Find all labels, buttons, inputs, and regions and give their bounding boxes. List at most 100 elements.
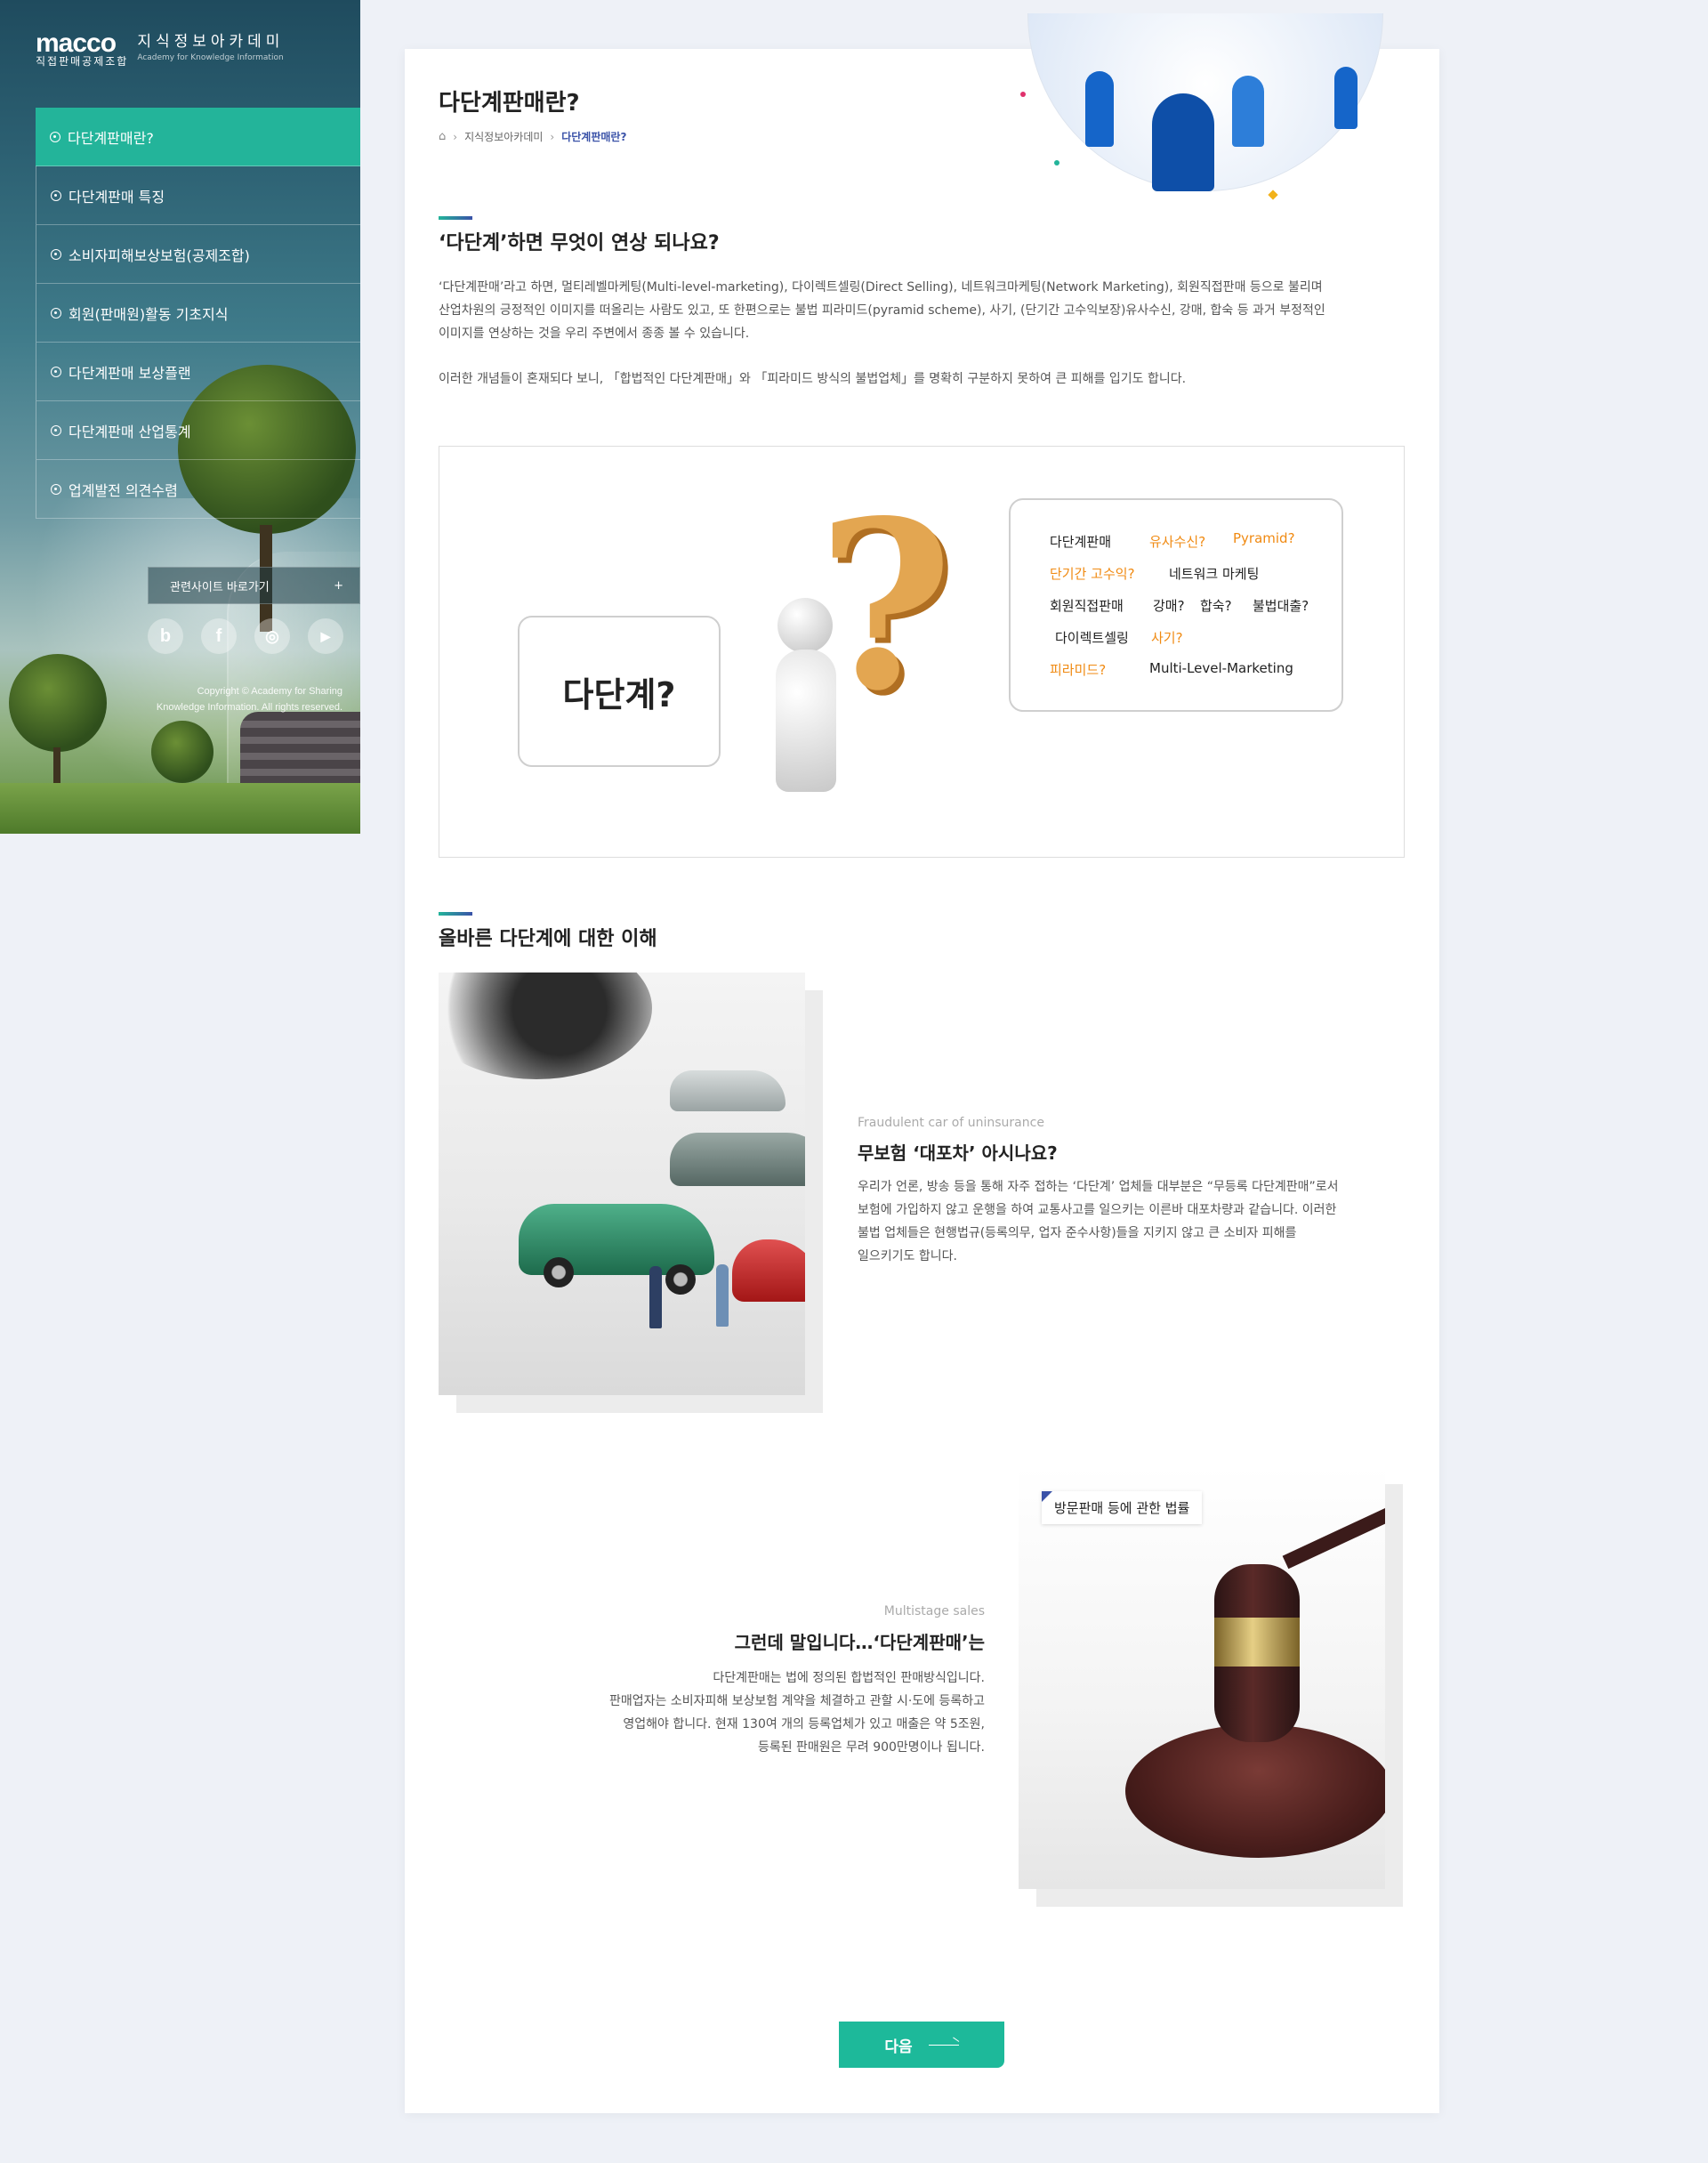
sidebar-item-what-is-mlm[interactable]: 다단계판매란? [36,108,360,166]
car-red [732,1239,805,1302]
decor-dot [1054,160,1059,165]
breadcrumb-current: 다단계판매란? [561,131,627,143]
keyword: 강매? [1153,598,1185,614]
toy-cars-photo [439,973,805,1395]
paragraph-line: 일으키기도 합니다. [858,1249,957,1263]
content-card: 다단계판매란? ⌂ › 지식정보아카데미 › 다단계판매란? ‘다단계’하면 무… [405,13,1439,2113]
bullet-icon [51,248,61,260]
sidebar-item-insurance[interactable]: 소비자피해보상보험(공제조합) [36,225,360,284]
keyword: 유사수신? [1149,534,1206,550]
paragraph-line: 영업해야 합니다. 현재 130여 개의 등록업체가 있고 매출은 약 5조원, [623,1717,985,1731]
gavel-band [1214,1618,1300,1667]
law-badge: 방문판매 등에 관한 법률 [1042,1491,1203,1524]
sidebar-item-label: 회원(판매원)활동 기초지식 [68,305,229,323]
paragraph-line: ‘다단계판매’라고 하면, 멀티레벨마케팅(Multi-level-market… [439,280,1323,295]
copyright-line-1: Copyright © Academy for Sharing [197,686,342,697]
bullet-icon [50,131,60,142]
sidebar-item-label: 다단계판매란? [68,129,154,147]
keyword: 다단계판매 [1050,534,1112,550]
sidebar: macco 직접판매공제조합 지식정보아카데미 Academy for Know… [0,0,360,834]
person-figure [1152,93,1214,191]
next-button[interactable]: 다음 [839,2022,1004,2068]
person-figure [1232,76,1264,147]
speech-bubble-question: 다단계? [518,616,721,767]
person-figure [1085,71,1114,147]
block1-english-subtitle: Fraudulent car of uninsurance [858,1116,1044,1130]
youtube-icon[interactable]: ▶ [308,618,343,654]
decor-dot [1020,92,1026,97]
keyword: 회원직접판매 [1050,598,1124,614]
sidebar-item-feedback[interactable]: 업계발전 의견수렴 [36,460,360,519]
paragraph-line: 판매업자는 소비자피해 보상보험 계약을 체결하고 관할 시·도에 등록하고 [609,1694,985,1708]
bullet-icon [51,307,61,319]
thinking-figure-head [777,598,833,653]
sidebar-item-basics[interactable]: 회원(판매원)활동 기초지식 [36,284,360,343]
keyword: Multi-Level-Marketing [1149,660,1293,676]
breadcrumb-parent[interactable]: 지식정보아카데미 [464,129,543,144]
breadcrumb-separator: › [453,130,458,143]
instagram-icon[interactable]: ◎ [254,618,290,654]
sidebar-nav: 다단계판매란? 다단계판매 특징 소비자피해보상보험(공제조합) 회원(판매원)… [36,108,360,519]
car-silver [670,1070,786,1111]
paragraph-line: 불법 업체들은 현행법규(등록의무, 업자 준수사항)들을 지키지 않고 큰 소… [858,1226,1297,1240]
car-gray [670,1133,805,1186]
keyword: 다이렉트셀링 [1055,630,1129,646]
blog-icon[interactable]: b [148,618,183,654]
logo-subtitle: 직접판매공제조합 [36,55,129,68]
sidebar-item-label: 다단계판매 보상플랜 [68,364,191,382]
paragraph-line: 다단계판매는 법에 정의된 합법적인 판매방식입니다. [713,1671,985,1685]
keyword: 네트워크 마케팅 [1169,566,1260,582]
section-title-understanding: 올바른 다단계에 대한 이해 [439,928,657,950]
block2-title: 그런데 말입니다…‘다단계판매’는 [734,1632,985,1653]
related-sites-label: 관련사이트 바로가기 [170,580,270,594]
paragraph-line: 산업차원의 긍정적인 이미지를 떠올리는 사람도 있고, 또 한편으로는 불법 … [439,303,1325,318]
gavel-handle [1282,1503,1385,1570]
next-button-label: 다음 [884,2038,913,2056]
sidebar-item-label: 다단계판매 산업통계 [68,423,191,440]
site-logo[interactable]: macco 직접판매공제조합 지식정보아카데미 Academy for Know… [36,30,285,69]
related-sites-button[interactable]: 관련사이트 바로가기 + [148,567,360,604]
keyword: 사기? [1151,630,1183,646]
tree-illustration-small [151,721,214,783]
page-title: 다단계판매란? [439,90,580,117]
keyword: 불법대출? [1253,598,1309,614]
breadcrumb: ⌂ › 지식정보아카데미 › 다단계판매란? [439,129,626,144]
tree-illustration-left [9,654,107,752]
block1-title: 무보험 ‘대포차’ 아시나요? [858,1142,1058,1164]
section-accent-bar [439,216,472,220]
sidebar-item-label: 다단계판매 특징 [68,188,165,206]
keyword: Pyramid? [1233,530,1295,546]
block2-english-subtitle: Multistage sales [883,1604,985,1618]
copyright: Copyright © Academy for Sharing Knowledg… [157,683,342,715]
gavel-block [1125,1724,1385,1858]
bullet-icon [51,424,61,436]
sidebar-item-statistics[interactable]: 다단계판매 산업통계 [36,401,360,460]
ground [0,783,360,834]
magnifier-lens [439,973,652,1079]
facebook-icon[interactable]: f [201,618,237,654]
section-title-association: ‘다단계’하면 무엇이 연상 되나요? [439,232,720,254]
logo-title: 지식정보아카데미 [137,33,285,51]
speech-bubble-keywords: 다단계판매 유사수신? Pyramid? 단기간 고수익? 네트워크 마케팅 회… [1009,498,1343,712]
sidebar-item-features[interactable]: 다단계판매 특징 [36,166,360,225]
wheel [544,1257,574,1287]
paragraph-line: 보험에 가입하지 않고 운행을 하여 교통사고를 일으키는 이른바 대포차량과 … [858,1203,1337,1217]
bullet-icon [51,190,61,201]
decor-dot [1268,190,1278,200]
hero-people-illustration [1010,13,1401,218]
section-accent-bar [439,912,472,916]
arrow-right-icon [928,2044,959,2046]
social-links: b f ◎ ▶ [148,618,343,654]
bullet-icon [51,366,61,377]
block2-paragraph: 다단계판매는 법에 정의된 합법적인 판매방식입니다. 판매업자는 소비자피해 … [405,1667,985,1759]
sidebar-item-compensation-plan[interactable]: 다단계판매 보상플랜 [36,343,360,401]
section-intro-paragraph: ‘다단계판매’라고 하면, 멀티레벨마케팅(Multi-level-market… [439,276,1408,345]
question-mark-icon: ? [818,471,954,742]
section-intro-paragraph-2: 이러한 개념들이 혼재되다 보니, 「합법적인 다단계판매」와 「피라미드 방식… [439,372,1187,386]
question-illustration-box: 다단계? ? 다단계판매 유사수신? Pyramid? 단기간 고수익? 네트워… [439,446,1405,858]
logo-english: Academy for Knowledge Information [137,53,284,62]
miniature-person [649,1266,662,1328]
home-icon[interactable]: ⌂ [439,130,446,143]
copyright-line-2: Knowledge Information. All rights reserv… [156,702,342,713]
keyword: 합숙? [1200,598,1232,614]
